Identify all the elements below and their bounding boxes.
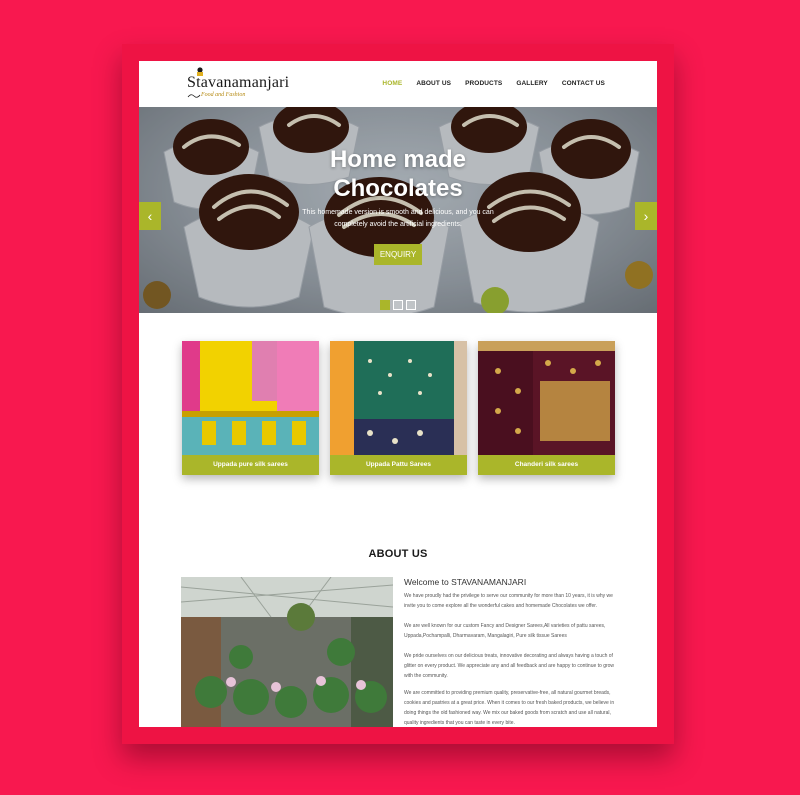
product-card-chanderi-silk[interactable]: Chanderi silk sarees: [478, 341, 615, 475]
product-card-uppada-pure-silk[interactable]: Uppada pure silk sarees: [182, 341, 319, 475]
website-page: Stavanamanjari Food and Fashion HOME ABO…: [139, 61, 657, 727]
about-paragraph: We have proudly had the privilege to ser…: [404, 593, 613, 609]
hero-title-line1: Home made: [329, 146, 467, 173]
hero-title: Home made Chocolates: [139, 145, 657, 203]
hero-slider: Home made Chocolates This homemade versi…: [139, 107, 657, 313]
slider-dot-2[interactable]: [393, 300, 403, 310]
slider-dot-3[interactable]: [406, 300, 416, 310]
enquiry-button[interactable]: ENQUIRY: [374, 244, 422, 265]
chevron-left-icon: ‹: [147, 208, 153, 224]
nav-gallery[interactable]: GALLERY: [516, 80, 548, 87]
logo-name: Stavanamanjari: [187, 74, 290, 91]
product-label: Uppada pure silk sarees: [182, 455, 319, 475]
logo[interactable]: Stavanamanjari Food and Fashion: [185, 67, 295, 103]
swirl-icon: [187, 94, 201, 98]
slider-dots: [380, 300, 416, 310]
about-paragraph: We are committed to providing premium qu…: [404, 690, 615, 726]
saree-image: [330, 341, 467, 455]
slider-dot-1[interactable]: [380, 300, 390, 310]
about-paragraph: We are well known for our custom Fancy a…: [404, 623, 606, 639]
product-label: Uppada Pattu Sarees: [330, 455, 467, 475]
about-paragraph: We pride ourselves on our delicious trea…: [404, 653, 615, 679]
hero-title-line2: Chocolates: [333, 175, 463, 202]
nav-home[interactable]: HOME: [382, 80, 402, 87]
chevron-right-icon: ›: [643, 208, 649, 224]
nav-contact-us[interactable]: CONTACT US: [562, 80, 605, 87]
about-subheading: Welcome to STAVANAMANJARI: [404, 577, 527, 587]
slider-next-button[interactable]: ›: [635, 202, 657, 230]
slider-prev-button[interactable]: ‹: [139, 202, 161, 230]
product-label: Chanderi silk sarees: [478, 455, 615, 475]
saree-image: [478, 341, 615, 455]
product-card-uppada-pattu[interactable]: Uppada Pattu Sarees: [330, 341, 467, 475]
main-nav: HOME ABOUT US PRODUCTS GALLERY CONTACT U…: [382, 80, 605, 87]
logo-tagline: Food and Fashion: [201, 92, 246, 98]
nav-about-us[interactable]: ABOUT US: [416, 80, 451, 87]
nav-products[interactable]: PRODUCTS: [465, 80, 502, 87]
about-heading: ABOUT US: [368, 548, 428, 560]
hero-description: This homemade version is smooth and deli…: [302, 209, 494, 228]
site-header: Stavanamanjari Food and Fashion HOME ABO…: [139, 61, 657, 107]
store-image: [181, 577, 393, 727]
saree-image: [182, 341, 319, 455]
